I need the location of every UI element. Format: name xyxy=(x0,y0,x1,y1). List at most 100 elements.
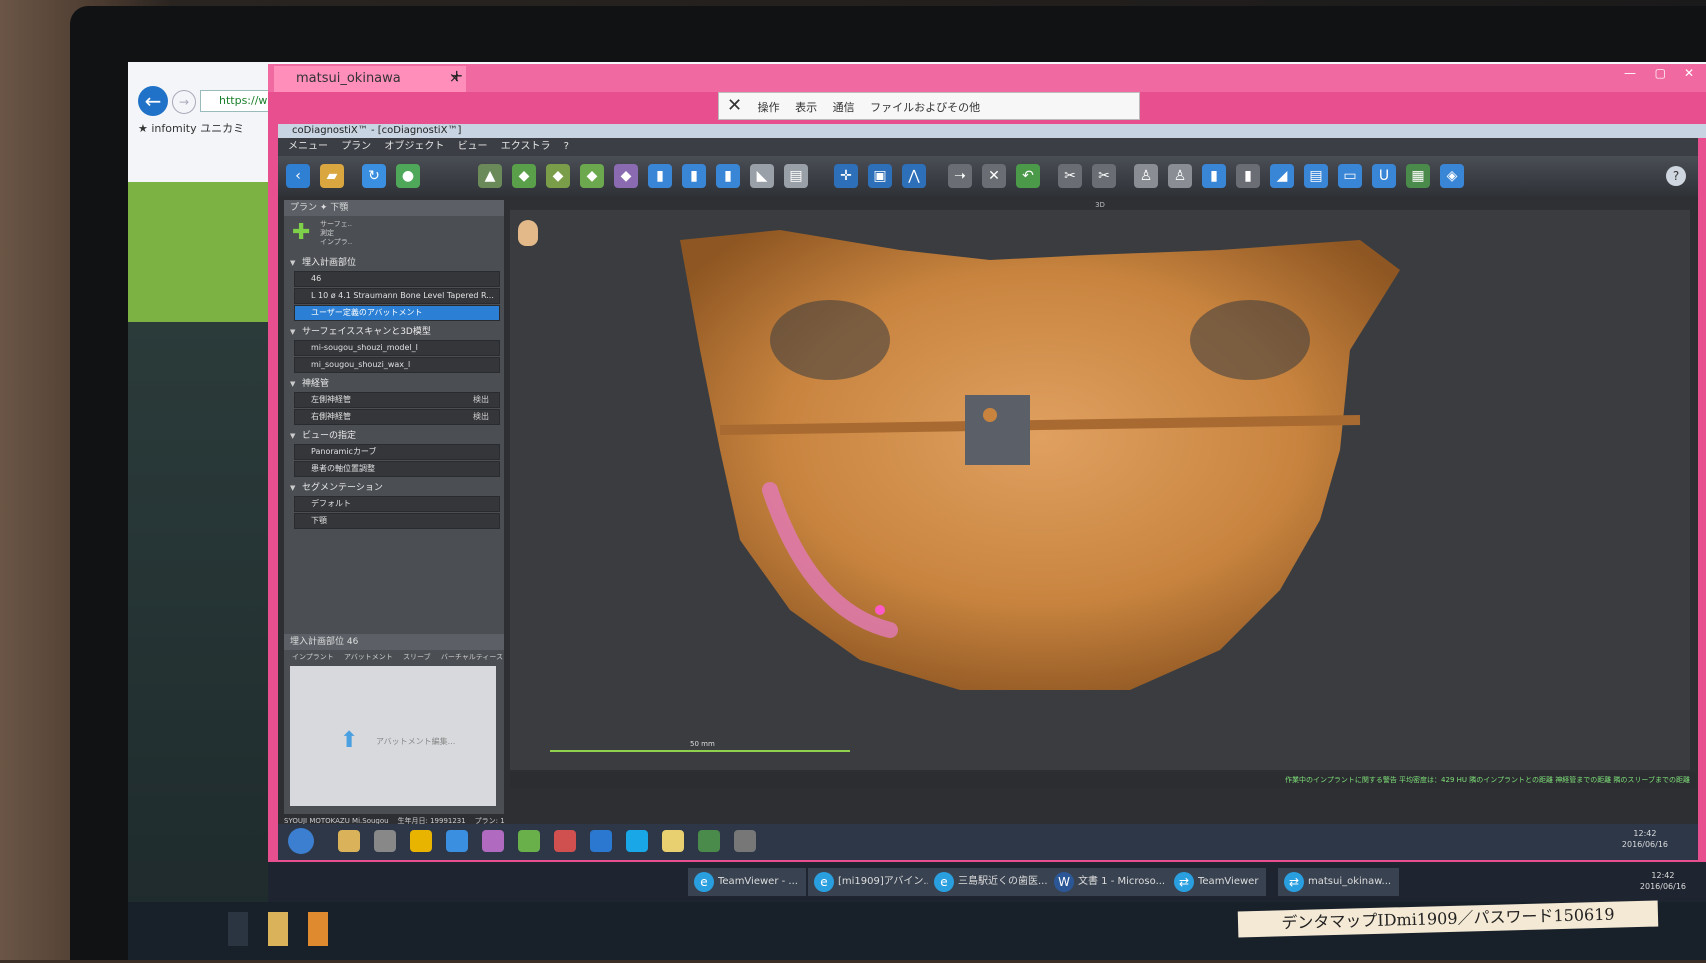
list-item[interactable]: mi-sougou_shouzi_model_l xyxy=(294,340,500,356)
taskbar-app-abain[interactable]: e [mi1909]アバイン... xyxy=(808,868,941,896)
tab-abutment[interactable]: アバットメント xyxy=(344,653,393,661)
app-icon-5[interactable] xyxy=(698,830,720,852)
tab-matsui-okinawa[interactable]: matsui_okinawa × xyxy=(274,66,466,92)
list-item[interactable]: 46 xyxy=(294,271,500,287)
media-icon[interactable] xyxy=(374,830,396,852)
app-icon-2[interactable] xyxy=(482,830,504,852)
close-session-icon[interactable]: ✕ xyxy=(727,93,742,119)
menu-object[interactable]: オブジェクト xyxy=(384,141,444,152)
abutment-edit-hint[interactable]: アバットメント編集... xyxy=(376,736,455,747)
tooth-add-icon[interactable]: ♙ xyxy=(1134,164,1158,188)
tooth-remove-icon[interactable]: ♙ xyxy=(1168,164,1192,188)
taskbar-app-matsui[interactable]: ⇄ matsui_okinaw... xyxy=(1278,868,1400,896)
explorer-icon[interactable] xyxy=(268,912,288,946)
nerve-tool-icon[interactable]: ▮ xyxy=(682,164,706,188)
new-tab-button[interactable]: + xyxy=(450,66,463,85)
app-icon-6[interactable] xyxy=(734,830,756,852)
app-icon-4[interactable] xyxy=(554,830,576,852)
implant-remove-icon[interactable]: ▮ xyxy=(1236,164,1260,188)
tab-implant[interactable]: インプラント xyxy=(292,653,334,661)
refresh-icon[interactable]: ↻ xyxy=(362,164,386,188)
list-item[interactable]: Panoramicカーブ xyxy=(294,444,500,460)
view-2d-icon[interactable]: ✛ xyxy=(834,164,858,188)
detect-button[interactable]: 検出 xyxy=(473,393,489,407)
3d-viewport[interactable]: 3D 50 mm xyxy=(510,200,1690,770)
remote-clock[interactable]: 12:42 2016/06/16 xyxy=(1622,828,1668,850)
menu-extra[interactable]: エクストラ xyxy=(501,141,551,152)
model-tool-icon[interactable]: ◆ xyxy=(546,164,570,188)
back-arrow-icon[interactable]: ← xyxy=(138,86,168,116)
measure-tool-icon[interactable]: ◣ xyxy=(750,164,774,188)
menu-main[interactable]: メニュー xyxy=(288,141,328,152)
taskbar-app-teamviewer-2[interactable]: ⇄ TeamViewer xyxy=(1168,868,1267,896)
back-icon[interactable]: ‹ xyxy=(286,164,310,188)
section-title[interactable]: セグメンテーション xyxy=(288,481,500,495)
list-item-selected[interactable]: ユーザー定義のアバットメント xyxy=(294,305,500,321)
scan-tool-icon[interactable]: ◆ xyxy=(614,164,638,188)
favorite-star-icon[interactable]: ★ xyxy=(138,122,148,135)
pointer-tool-icon[interactable]: ➝ xyxy=(948,164,972,188)
notes-icon[interactable] xyxy=(662,830,684,852)
section-title[interactable]: ビューの指定 xyxy=(288,429,500,443)
cut-tool-2-icon[interactable]: ✂ xyxy=(1092,164,1116,188)
toolbar-actions[interactable]: 操作 xyxy=(758,95,780,121)
section-title[interactable]: サーフェイススキャンと3D模型 xyxy=(288,325,500,339)
toolbar-view[interactable]: 表示 xyxy=(795,95,817,121)
taskbar-app-dentist[interactable]: e 三島駅近くの歯医... xyxy=(928,868,1056,896)
list-item[interactable]: mi_sougou_shouzi_wax_l xyxy=(294,357,500,373)
menu-view[interactable]: ビュー xyxy=(458,141,488,152)
teamviewer-icon[interactable] xyxy=(590,830,612,852)
implant-tool-icon[interactable]: ▮ xyxy=(648,164,672,188)
view-3d-icon[interactable]: ▣ xyxy=(868,164,892,188)
cube-icon[interactable]: ◈ xyxy=(1440,164,1464,188)
menu-help[interactable]: ? xyxy=(564,141,569,152)
curve-tool-icon[interactable]: ◆ xyxy=(580,164,604,188)
list-item[interactable]: L 10 ø 4.1 Straumann Bone Level Tapered … xyxy=(294,288,500,304)
abutment-add-icon[interactable]: ⬆ xyxy=(340,728,358,753)
skull-3d-render[interactable] xyxy=(660,230,1420,700)
app-icon[interactable] xyxy=(446,830,468,852)
report-icon[interactable]: ▤ xyxy=(1304,164,1328,188)
outlook-icon[interactable] xyxy=(308,912,328,946)
tooth-tool-icon[interactable]: ▲ xyxy=(478,164,502,188)
folder-icon[interactable] xyxy=(338,830,360,852)
export-icon[interactable]: ▦ xyxy=(1406,164,1430,188)
favorite-link[interactable]: infomity xyxy=(151,122,196,135)
implant-add-icon[interactable]: ▮ xyxy=(1202,164,1226,188)
cut-tool-icon[interactable]: ✂ xyxy=(1058,164,1082,188)
windows-start-icon[interactable] xyxy=(228,912,248,946)
detect-button[interactable]: 検出 xyxy=(473,410,489,424)
add-object-button[interactable]: ✚ xyxy=(292,222,310,244)
minimize-icon[interactable]: — xyxy=(1624,66,1636,80)
skype-icon[interactable] xyxy=(626,830,648,852)
menu-plan[interactable]: プラン xyxy=(341,141,371,152)
orientation-head-icon[interactable] xyxy=(518,220,538,246)
magnet-icon[interactable]: U xyxy=(1372,164,1396,188)
section-title[interactable]: 神経管 xyxy=(288,377,500,391)
open-folder-icon[interactable]: ▰ xyxy=(320,164,344,188)
undo-icon[interactable]: ↶ xyxy=(1016,164,1040,188)
list-item[interactable]: 下顎 xyxy=(294,513,500,529)
close-window-icon[interactable]: ✕ xyxy=(1684,66,1694,80)
list-item[interactable]: 右側神経管 検出 xyxy=(294,409,500,425)
toolbar-communicate[interactable]: 通信 xyxy=(833,95,855,121)
delete-tool-icon[interactable]: ✕ xyxy=(982,164,1006,188)
monitor-icon[interactable]: ▭ xyxy=(1338,164,1362,188)
list-item[interactable]: 患者の軸位置調整 xyxy=(294,461,500,477)
toolbar-files-extras[interactable]: ファイルおよびその他 xyxy=(870,95,980,121)
tab-sleeve[interactable]: スリーブ xyxy=(403,653,431,661)
taskbar-app-word[interactable]: W 文書 1 - Microso... xyxy=(1048,868,1174,896)
list-item[interactable]: デフォルト xyxy=(294,496,500,512)
local-clock[interactable]: 12:42 2016/06/16 xyxy=(1640,870,1686,892)
start-orb-icon[interactable] xyxy=(288,828,314,854)
sleeve-tool-icon[interactable]: ▮ xyxy=(716,164,740,188)
view-panoramic-icon[interactable]: ⋀ xyxy=(902,164,926,188)
tab-virtual-teeth[interactable]: バーチャルティース xyxy=(441,653,503,661)
section-title[interactable]: 埋入計画部位 xyxy=(288,256,500,270)
maximize-icon[interactable]: ▢ xyxy=(1655,66,1666,80)
globe-icon[interactable]: ● xyxy=(396,164,420,188)
taskbar-app-teamviewer[interactable]: e TeamViewer - ... xyxy=(688,868,806,896)
list-item[interactable]: 左側神経管 検出 xyxy=(294,392,500,408)
segment-tool-icon[interactable]: ◆ xyxy=(512,164,536,188)
help-icon[interactable]: ? xyxy=(1666,166,1686,186)
